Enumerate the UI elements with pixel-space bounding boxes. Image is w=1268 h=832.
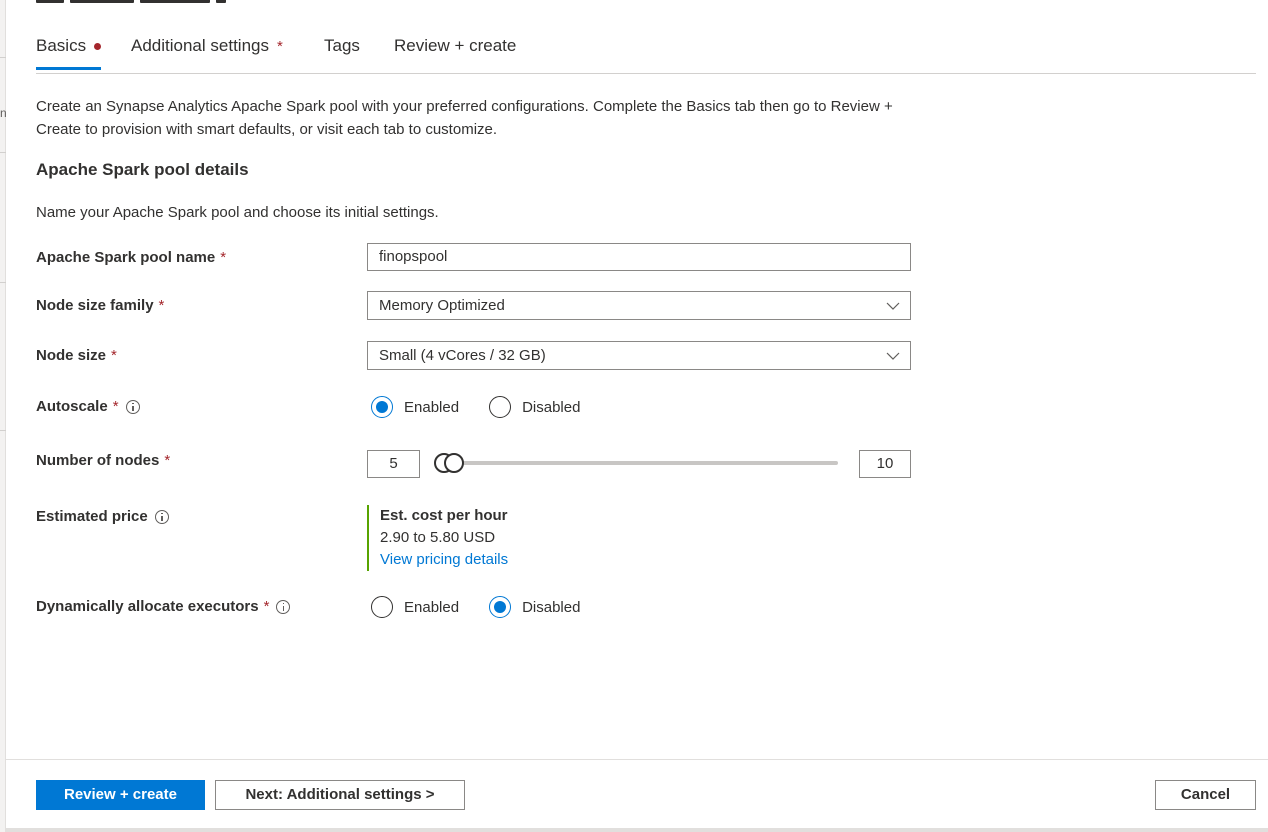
section-description: Name your Apache Spark pool and choose i… — [36, 204, 439, 221]
page-description: Create an Synapse Analytics Apache Spark… — [36, 98, 893, 138]
executors-enabled-radio[interactable]: Enabled — [371, 596, 459, 618]
section-title: Apache Spark pool details — [36, 160, 249, 179]
bottom-border — [6, 828, 1268, 832]
cancel-button[interactable]: Cancel — [1155, 780, 1256, 810]
pool-name-input[interactable]: finopspool — [367, 243, 911, 271]
radio-label: Enabled — [404, 398, 460, 416]
divider — [0, 152, 6, 153]
divider — [0, 282, 6, 283]
autoscale-radio-group: Enabled Disabled — [371, 396, 610, 418]
executors-disabled-radio[interactable]: Disabled — [489, 596, 580, 618]
tab-bar: Basics Additional settings * Tags Review … — [36, 30, 1256, 74]
clipped-blade-title — [36, 0, 256, 3]
autoscale-disabled-radio[interactable]: Disabled — [489, 396, 580, 418]
footer-bar: Review + create Next: Additional setting… — [6, 759, 1268, 832]
label-text: Node size family — [36, 297, 154, 314]
divider — [0, 430, 6, 431]
tab-label: Review + create — [394, 36, 517, 55]
label-text: Autoscale — [36, 398, 108, 415]
radio-button[interactable] — [489, 396, 512, 418]
dropdown-value: Memory Optimized — [379, 297, 505, 314]
tab-basics[interactable]: Basics — [36, 36, 102, 74]
tab-label: Tags — [324, 36, 360, 55]
price-title: Est. cost per hour — [380, 507, 508, 524]
node-family-label: Node size family * — [36, 297, 164, 314]
pool-name-label: Apache Spark pool name * — [36, 249, 226, 266]
autoscale-label: Autoscale * — [36, 398, 140, 415]
min-nodes-input[interactable]: 5 — [367, 450, 420, 478]
radio-button[interactable] — [489, 596, 512, 618]
tab-review-create[interactable]: Review + create — [394, 36, 516, 74]
error-dot-icon — [94, 43, 102, 51]
required-mark: * — [111, 347, 117, 364]
label-text: Number of nodes — [36, 452, 160, 469]
node-size-dropdown[interactable]: Small (4 vCores / 32 GB) — [367, 341, 911, 370]
node-family-dropdown[interactable]: Memory Optimized — [367, 291, 911, 320]
required-mark: * — [112, 398, 119, 415]
dropdown-value: Small (4 vCores / 32 GB) — [379, 347, 546, 364]
radio-button[interactable] — [371, 396, 393, 418]
nodes-label: Number of nodes * — [36, 452, 170, 469]
tab-label: Additional settings — [131, 36, 269, 55]
required-mark: * — [220, 249, 227, 266]
nodes-range-slider[interactable] — [440, 461, 838, 465]
chevron-down-icon — [886, 352, 900, 360]
label-text: Dynamically allocate executors — [36, 598, 259, 615]
label-text: Estimated price — [36, 508, 148, 525]
label-text: Apache Spark pool name — [36, 249, 216, 266]
chevron-down-icon — [886, 302, 900, 310]
background-text-fragment: n — [0, 106, 7, 120]
node-size-label: Node size * — [36, 347, 117, 364]
slider-max-handle[interactable] — [444, 453, 464, 473]
info-icon[interactable] — [125, 399, 140, 414]
tab-additional-settings[interactable]: Additional settings * — [131, 36, 283, 74]
autoscale-enabled-radio[interactable]: Enabled — [371, 396, 459, 418]
divider — [0, 57, 6, 58]
background-blade-edge: n — [0, 0, 7, 832]
required-mark: * — [276, 38, 283, 55]
radio-button[interactable] — [371, 596, 393, 618]
price-label: Estimated price — [36, 508, 169, 525]
required-mark: * — [164, 452, 171, 469]
tab-tags[interactable]: Tags — [324, 36, 360, 74]
radio-label: Disabled — [522, 598, 581, 616]
label-text: Node size — [36, 347, 107, 364]
price-panel: Est. cost per hour 2.90 to 5.80 USD View… — [367, 505, 508, 571]
info-icon[interactable] — [154, 509, 169, 524]
executors-radio-group: Enabled Disabled — [371, 596, 610, 618]
review-create-button[interactable]: Review + create — [36, 780, 205, 810]
price-value: 2.90 to 5.80 USD — [380, 529, 496, 546]
max-nodes-input[interactable]: 10 — [859, 450, 911, 478]
radio-label: Disabled — [522, 398, 581, 416]
next-additional-settings-button[interactable]: Next: Additional settings > — [215, 780, 465, 810]
required-mark: * — [158, 297, 165, 314]
tab-label: Basics — [36, 36, 87, 55]
executors-label: Dynamically allocate executors * — [36, 598, 291, 615]
required-mark: * — [263, 598, 270, 615]
radio-label: Enabled — [404, 598, 460, 616]
pricing-details-link[interactable]: View pricing details — [380, 549, 508, 571]
info-icon[interactable] — [276, 599, 291, 614]
